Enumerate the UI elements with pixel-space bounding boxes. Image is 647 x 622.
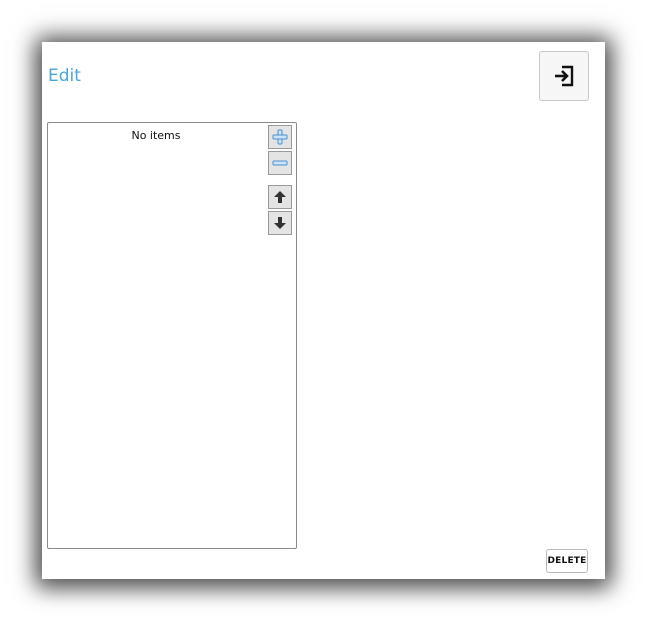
remove-item-button[interactable] [268,151,292,175]
arrow-up-icon [274,191,286,203]
minus-icon [272,160,288,166]
add-item-button[interactable] [268,125,292,149]
dialog-title: Edit [48,66,81,86]
plus-icon [272,129,288,145]
sign-in-arrow-icon [555,65,574,87]
items-list[interactable]: No items [47,122,297,549]
screen: Edit No items DELETE [0,0,647,622]
move-down-button[interactable] [268,211,292,235]
exit-button[interactable] [539,51,589,101]
delete-button[interactable]: DELETE [546,549,588,573]
arrow-down-icon [274,217,286,229]
move-up-button[interactable] [268,185,292,209]
empty-list-message: No items [131,129,181,142]
edit-dialog: Edit No items DELETE [42,42,605,579]
